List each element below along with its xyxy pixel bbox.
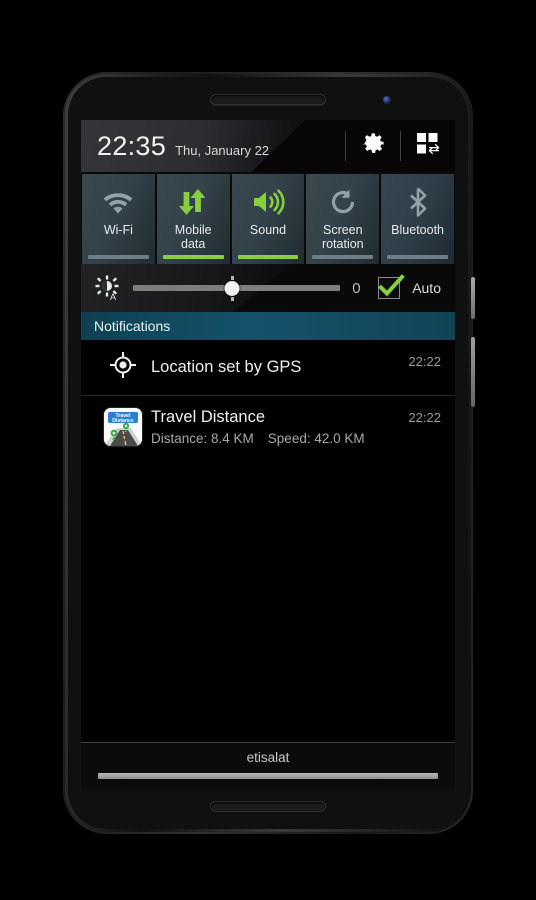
notification-speed: Speed: 42.0 KM [267, 431, 365, 446]
screen-rotation-icon [328, 183, 358, 221]
carrier-name: etisalat [246, 750, 290, 765]
notification-time: 22:22 [408, 354, 441, 369]
notification-list: Location set by GPS 22:22 Travel Distanc… [81, 340, 455, 458]
notification-subtitle: Distance: 8.4 KM Speed: 42.0 KM [151, 431, 398, 446]
gear-icon [360, 130, 387, 162]
auto-brightness-checkbox[interactable] [378, 274, 406, 299]
toggle-bluetooth-label: Bluetooth [391, 223, 444, 237]
travel-distance-app-icon: Travel Distance [104, 408, 142, 446]
phone-device: 22:35 Thu, January 22 Wi-Fi Mobile data … [63, 72, 475, 834]
notification-icon-cell: Travel Distance [95, 408, 151, 446]
toggle-screen-rotation[interactable]: Screen rotation [306, 174, 380, 264]
gps-location-icon [110, 352, 136, 383]
notification-title: Location set by GPS [151, 358, 302, 376]
status-bar-actions [345, 120, 455, 172]
svg-text:Distance: Distance [112, 418, 134, 424]
sound-icon [251, 183, 285, 221]
earpiece-speaker [210, 94, 326, 105]
toggle-sound[interactable]: Sound [231, 174, 305, 264]
notification-body: Location set by GPS [151, 358, 398, 377]
notification-body: Travel Distance Distance: 8.4 KM Speed: … [151, 408, 398, 446]
slider-thumb[interactable] [224, 280, 240, 296]
label-line-2: data [181, 237, 206, 251]
grid-swap-icon [415, 131, 441, 162]
mobile-data-icon [176, 183, 210, 221]
notification-item-travel-distance[interactable]: Travel Distance Travel Distance Distance… [81, 395, 455, 458]
clock-area: 22:35 Thu, January 22 [81, 131, 269, 162]
volume-button[interactable] [471, 337, 475, 407]
toggle-screen-rotation-label: Screen rotation [322, 223, 364, 251]
notification-distance: Distance: 8.4 KM [151, 431, 254, 446]
brightness-slider[interactable] [133, 277, 341, 299]
settings-button[interactable] [346, 120, 400, 172]
notification-item-gps[interactable]: Location set by GPS 22:22 [81, 340, 455, 395]
power-button[interactable] [471, 277, 475, 319]
brightness-row: A 0 Auto [81, 264, 455, 312]
clock-time: 22:35 [97, 130, 167, 161]
label-line-1: Screen [322, 223, 363, 237]
notification-icon-cell [95, 352, 151, 383]
status-bar: 22:35 Thu, January 22 [81, 120, 455, 172]
toggle-wifi[interactable]: Wi-Fi [82, 174, 155, 264]
notification-time: 22:22 [408, 410, 441, 425]
svg-text:A: A [110, 292, 116, 301]
clock-date: Thu, January 22 [175, 142, 270, 158]
front-camera-icon [383, 96, 391, 104]
notifications-header: Notifications [81, 312, 455, 340]
bluetooth-icon [405, 183, 431, 221]
toggle-wifi-status-bar [88, 255, 149, 259]
toggle-sound-status-bar [237, 255, 299, 259]
toggle-sound-label: Sound [249, 223, 287, 237]
toggle-mobile-data-status-bar [162, 255, 224, 259]
toggle-mobile-data-label: Mobile data [175, 223, 212, 251]
brightness-value: 0 [352, 279, 361, 297]
toggle-wifi-label: Wi-Fi [103, 223, 133, 237]
toggle-bluetooth-status-bar [387, 255, 448, 259]
carrier-footer: etisalat [81, 742, 455, 788]
phone-screen: 22:35 Thu, January 22 Wi-Fi Mobile data … [81, 120, 455, 788]
label-line-2: rotation [321, 237, 364, 251]
toggle-bluetooth[interactable]: Bluetooth [381, 174, 454, 264]
notifications-header-label: Notifications [94, 318, 171, 334]
toggle-screen-rotation-status-bar [312, 255, 374, 259]
toggle-mobile-data[interactable]: Mobile data [156, 174, 230, 264]
auto-brightness-label: Auto [412, 280, 441, 296]
bottom-speaker [210, 801, 326, 812]
quick-settings-toggles: Wi-Fi Mobile data Sound Screen rotation … [81, 172, 455, 264]
edit-quick-settings-button[interactable] [401, 120, 455, 172]
wifi-icon [101, 183, 135, 221]
auto-brightness-icon: A [95, 275, 121, 301]
panel-drag-handle[interactable] [98, 773, 438, 779]
label-line-1: Mobile [174, 223, 212, 237]
notification-title: Travel Distance [151, 408, 266, 426]
